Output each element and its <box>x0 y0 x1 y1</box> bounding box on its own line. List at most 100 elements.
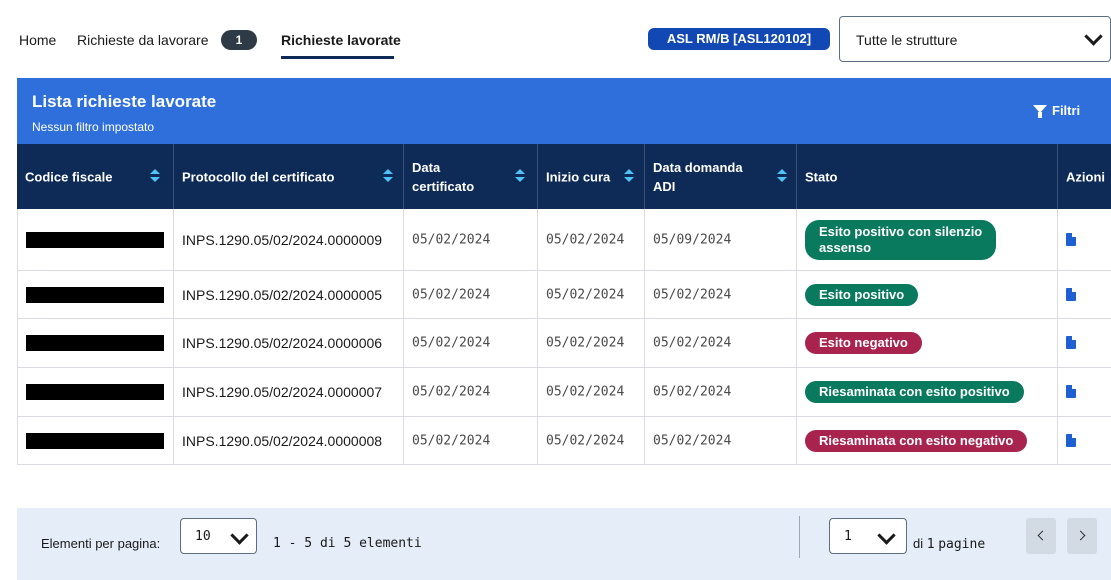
cell-codice-fiscale <box>17 271 174 318</box>
per-page-label: Elementi per pagina: <box>41 536 161 551</box>
per-page-value: 10 <box>195 529 211 544</box>
data-certificato-text: 05/02/2024 <box>412 384 491 400</box>
document-icon[interactable] <box>1066 287 1076 301</box>
column-header-data-domanda[interactable]: Data domanda ADI <box>645 144 797 209</box>
strutture-select-value: Tutte le strutture <box>856 32 958 48</box>
document-icon[interactable] <box>1066 433 1076 447</box>
todo-count-badge: 1 <box>221 30 257 50</box>
cell-codice-fiscale <box>17 319 174 367</box>
data-domanda-text: 05/02/2024 <box>653 335 732 351</box>
document-icon[interactable] <box>1066 232 1076 246</box>
table-row[interactable]: INPS.1290.05/02/2024.0000007 05/02/2024 05… <box>17 368 1111 417</box>
previous-page-button[interactable] <box>1026 518 1056 554</box>
page-select[interactable]: 1 <box>829 518 907 554</box>
sort-icon[interactable] <box>624 169 634 183</box>
protocollo-text: INPS.1290.05/02/2024.0000007 <box>182 384 383 400</box>
document-icon[interactable] <box>1066 336 1076 349</box>
cell-azioni <box>1058 271 1111 318</box>
table-row[interactable]: INPS.1290.05/02/2024.0000009 05/02/2024 05… <box>17 209 1111 271</box>
page-select-value: 1 <box>844 529 852 544</box>
cell-codice-fiscale <box>17 368 174 416</box>
strutture-select[interactable]: Tutte le strutture <box>839 16 1111 62</box>
chevron-down-icon <box>230 526 249 545</box>
column-header-codice-fiscale[interactable]: Codice fiscale <box>17 144 174 209</box>
cell-data-domanda: 05/09/2024 <box>645 209 797 270</box>
status-badge: Riesaminata con esito negativo <box>805 429 1028 452</box>
cell-codice-fiscale <box>17 417 174 464</box>
column-label: Azioni <box>1066 169 1105 184</box>
data-certificato-text: 05/02/2024 <box>412 335 491 351</box>
cell-inizio-cura: 05/02/2024 <box>538 271 645 318</box>
inizio-cura-text: 05/02/2024 <box>546 335 625 351</box>
cell-data-domanda: 05/02/2024 <box>645 319 797 367</box>
protocollo-text: INPS.1290.05/02/2024.0000005 <box>182 286 383 303</box>
column-label: Inizio cura <box>546 169 611 184</box>
cell-data-certificato: 05/02/2024 <box>404 319 538 367</box>
inizio-cura-text: 05/02/2024 <box>546 384 625 400</box>
cell-data-certificato: 05/02/2024 <box>404 209 538 270</box>
chevron-down-icon <box>1084 27 1103 46</box>
cell-data-domanda: 05/02/2024 <box>645 271 797 318</box>
items-range: 1 - 5 di 5 elementi <box>273 536 422 551</box>
data-domanda-text: 05/02/2024 <box>653 433 732 448</box>
divider <box>799 516 800 558</box>
sort-icon[interactable] <box>150 169 160 183</box>
column-label: Data domanda ADI <box>653 159 743 194</box>
column-label: Protocollo del certificato <box>182 169 335 184</box>
redacted-codice-fiscale <box>26 231 164 248</box>
cell-protocollo: INPS.1290.05/02/2024.0000007 <box>174 368 404 416</box>
column-header-data-certificato[interactable]: Data certificato <box>404 144 538 209</box>
list-title: Lista richieste lavorate <box>32 92 217 111</box>
column-label: Data certificato <box>412 159 475 194</box>
redacted-codice-fiscale <box>26 286 164 303</box>
column-header-inizio-cura[interactable]: Inizio cura <box>538 144 645 209</box>
protocollo-text: INPS.1290.05/02/2024.0000009 <box>182 231 383 248</box>
list-subtitle: Nessun filtro impostato <box>32 120 155 134</box>
cell-data-domanda: 05/02/2024 <box>645 417 797 464</box>
cell-inizio-cura: 05/02/2024 <box>538 417 645 464</box>
redacted-codice-fiscale <box>26 384 164 400</box>
sort-icon[interactable] <box>383 169 393 183</box>
cell-codice-fiscale <box>17 209 174 270</box>
asl-badge: ASL RM/B [ASL120102] <box>648 28 830 50</box>
chevron-down-icon <box>877 526 896 545</box>
cell-inizio-cura: 05/02/2024 <box>538 209 645 270</box>
cell-stato: Riesaminata con esito negativo <box>797 417 1058 464</box>
cell-stato: Riesaminata con esito positivo <box>797 368 1058 416</box>
cell-data-certificato: 05/02/2024 <box>404 271 538 318</box>
cell-azioni <box>1058 368 1111 416</box>
per-page-select[interactable]: 10 <box>180 518 257 554</box>
filter-icon <box>1033 105 1047 118</box>
data-domanda-text: 05/02/2024 <box>653 384 732 400</box>
chevron-left-icon <box>1037 530 1048 541</box>
cell-azioni <box>1058 209 1111 270</box>
table-row[interactable]: INPS.1290.05/02/2024.0000006 05/02/2024 05… <box>17 319 1111 368</box>
top-navigation: Home Richieste da lavorare 1 Richieste l… <box>0 0 1111 78</box>
nav-richieste-da-lavorare[interactable]: Richieste da lavorare <box>77 32 209 48</box>
data-certificato-text: 05/02/2024 <box>412 232 491 247</box>
redacted-codice-fiscale <box>26 432 164 449</box>
status-badge: Riesaminata con esito positivo <box>805 381 1024 403</box>
document-icon[interactable] <box>1066 385 1076 398</box>
filter-label: Filtri <box>1052 103 1081 118</box>
next-page-button[interactable] <box>1067 518 1097 554</box>
cell-azioni <box>1058 319 1111 367</box>
protocollo-text: INPS.1290.05/02/2024.0000008 <box>182 432 383 449</box>
cell-protocollo: INPS.1290.05/02/2024.0000005 <box>174 271 404 318</box>
nav-richieste-lavorate[interactable]: Richieste lavorate <box>281 32 401 48</box>
column-header-protocollo[interactable]: Protocollo del certificato <box>174 144 404 209</box>
data-certificato-text: 05/02/2024 <box>412 287 491 302</box>
table-row[interactable]: INPS.1290.05/02/2024.0000008 05/02/2024 05… <box>17 417 1111 465</box>
nav-home[interactable]: Home <box>19 32 56 48</box>
table-row[interactable]: INPS.1290.05/02/2024.0000005 05/02/2024 05… <box>17 271 1111 319</box>
active-tab-indicator <box>281 56 394 59</box>
column-header-azioni: Azioni <box>1058 144 1111 209</box>
sort-icon[interactable] <box>515 169 525 183</box>
cell-protocollo: INPS.1290.05/02/2024.0000008 <box>174 417 404 464</box>
chevron-right-icon <box>1075 530 1086 541</box>
column-label: Codice fiscale <box>25 169 113 184</box>
cell-inizio-cura: 05/02/2024 <box>538 319 645 367</box>
column-label: Stato <box>805 169 838 184</box>
sort-icon[interactable] <box>777 169 787 183</box>
inizio-cura-text: 05/02/2024 <box>546 232 625 247</box>
